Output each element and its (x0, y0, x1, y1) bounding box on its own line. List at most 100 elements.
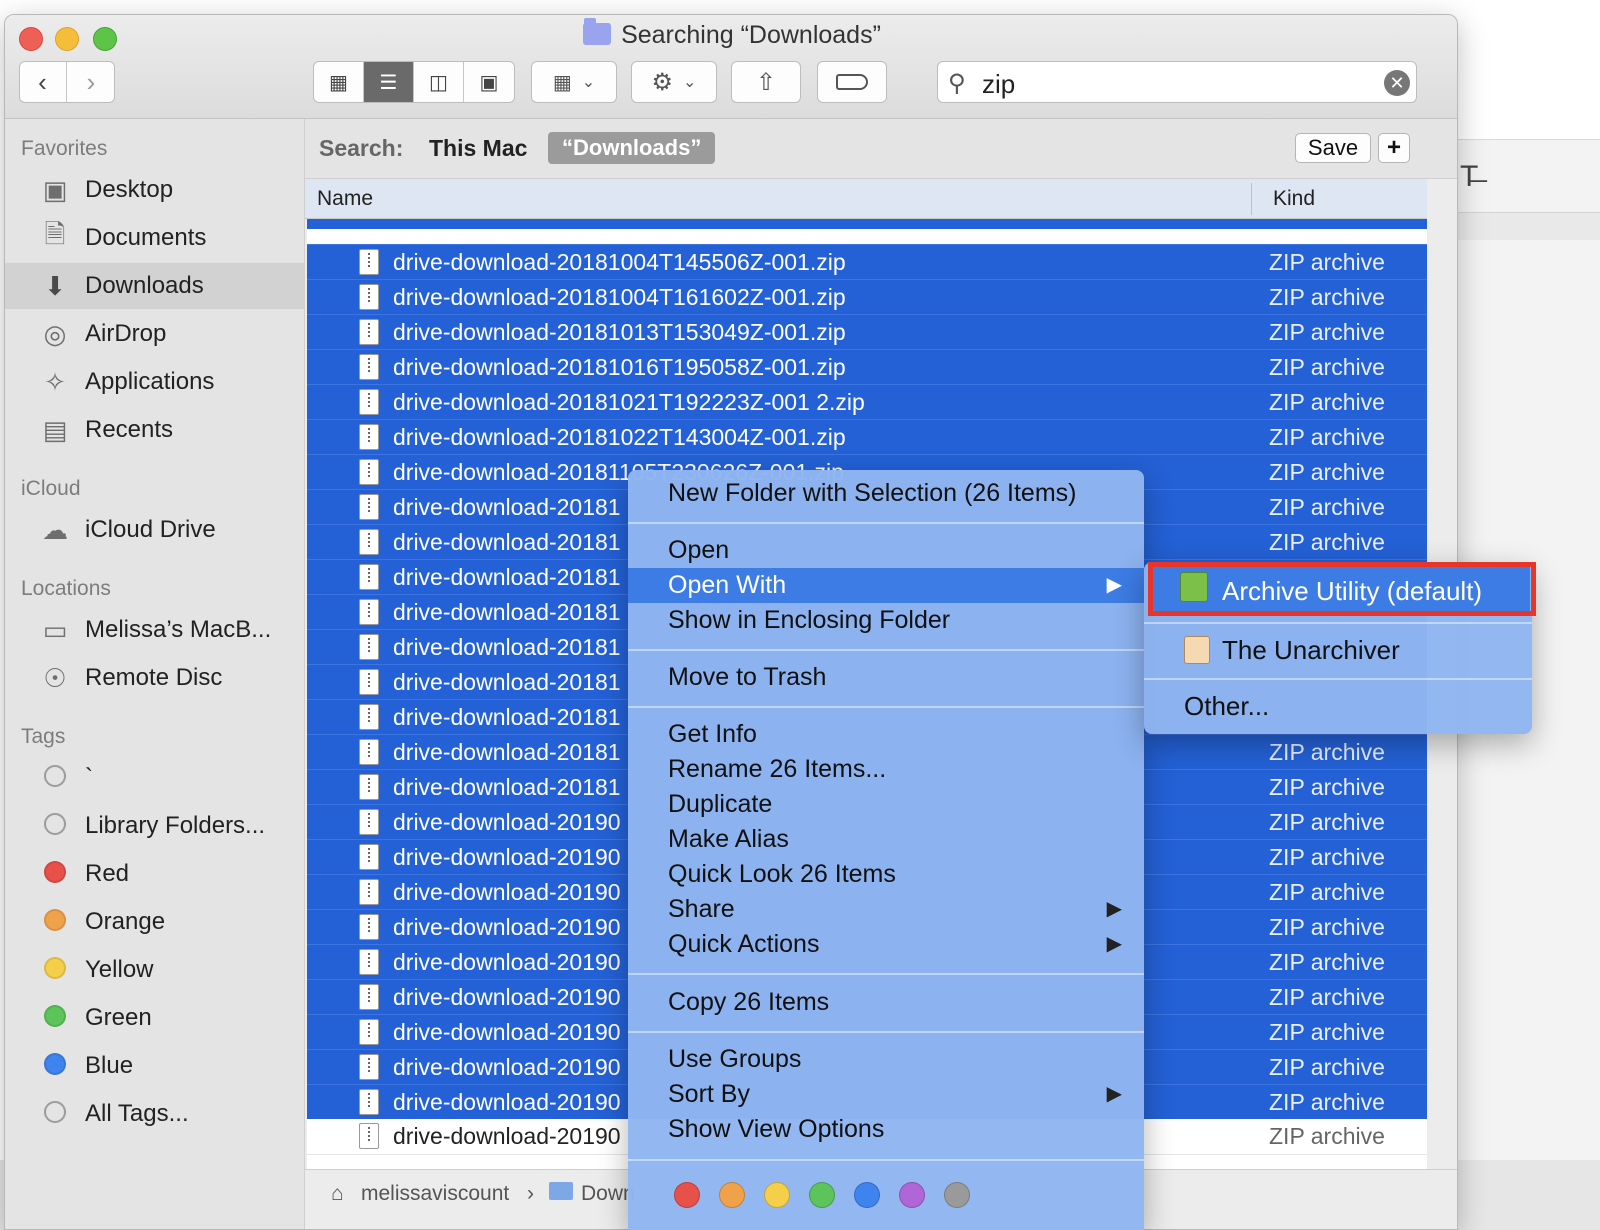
file-name: drive-download-20181021T192223Z-001 2.zi… (393, 389, 865, 415)
file-row[interactable]: drive-download-20181022T143004Z-001.zip Z… (307, 419, 1427, 454)
menu-make-alias[interactable]: Make Alias (628, 822, 1144, 857)
menu-tag-color-button[interactable] (764, 1182, 790, 1208)
file-row-clipped[interactable] (307, 219, 1427, 229)
menu-rename[interactable]: Rename 26 Items... (628, 752, 1144, 787)
column-name-header[interactable]: Name (317, 187, 373, 211)
file-row[interactable]: drive-download-20181013T153049Z-001.zip Z… (307, 314, 1427, 349)
column-kind-header[interactable]: Kind (1273, 187, 1315, 211)
recents-icon: ▤ (42, 414, 68, 445)
menu-get-info[interactable]: Get Info (628, 717, 1144, 752)
menu-sort-by[interactable]: Sort By ▶ (628, 1077, 1144, 1112)
zip-file-icon (359, 529, 379, 555)
menu-quick-look[interactable]: Quick Look 26 Items (628, 857, 1144, 892)
column-view-icon[interactable]: ◫ (414, 62, 464, 102)
file-kind: ZIP archive (1269, 774, 1385, 800)
sidebar-item-icloud-drive[interactable]: ☁ iCloud Drive (5, 507, 304, 553)
save-search-button[interactable]: Save (1295, 133, 1371, 163)
sidebar-item-remote-disc[interactable]: ☉ Remote Disc (5, 655, 304, 701)
sidebar-header-locations: Locations (21, 577, 111, 600)
file-kind: ZIP archive (1269, 1019, 1385, 1045)
group-button[interactable]: ▦ ⌄ (531, 61, 617, 103)
sidebar-item-airdrop[interactable]: ◎ AirDrop (5, 311, 304, 357)
search-field[interactable]: ⚲ zip ✕ (937, 61, 1417, 103)
sidebar-item-recents[interactable]: ▤ Recents (5, 407, 304, 453)
sidebar-tag-item[interactable]: Orange (5, 899, 304, 945)
tag-dot-icon (37, 1099, 73, 1130)
menu-quick-actions[interactable]: Quick Actions ▶ (628, 927, 1144, 962)
menu-show-view-options[interactable]: Show View Options (628, 1112, 1144, 1147)
forward-button[interactable]: › (67, 62, 114, 102)
sidebar-tag-item[interactable]: Red (5, 851, 304, 897)
scope-this-mac-button[interactable]: This Mac (429, 135, 527, 162)
file-row[interactable]: drive-download-20181004T145506Z-001.zip Z… (307, 244, 1427, 279)
menu-tag-color-button[interactable] (854, 1182, 880, 1208)
tag-color-dot (44, 860, 66, 883)
airdrop-icon: ◎ (43, 318, 67, 349)
file-row[interactable]: drive-download-20181016T195058Z-001.zip Z… (307, 349, 1427, 384)
action-button[interactable]: ⚙ ⌄ (631, 61, 717, 103)
tag-button[interactable] (817, 61, 887, 103)
submenu-other[interactable]: Other... (1144, 686, 1532, 726)
tag-dot-icon (37, 811, 73, 842)
add-criteria-button[interactable]: + (1378, 133, 1410, 163)
sidebar-item-macbook[interactable]: ▭ Melissa’s MacB... (5, 607, 304, 653)
file-name: drive-download-20190 (393, 809, 621, 835)
menu-open-with[interactable]: Open With ▶ (628, 568, 1144, 603)
icon-view-icon[interactable]: ▦ (314, 62, 364, 102)
downloads-icon: ⬇ (44, 270, 66, 301)
back-button[interactable]: ‹ (20, 62, 67, 102)
path-home[interactable]: melissaviscount (361, 1182, 509, 1206)
menu-open[interactable]: Open (628, 533, 1144, 568)
file-row[interactable]: drive-download-20181021T192223Z-001 2.zi… (307, 384, 1427, 419)
sidebar-item-documents[interactable]: 🗎 Documents (5, 215, 304, 261)
path-downloads[interactable]: Down (581, 1182, 635, 1206)
file-name: drive-download-20190 (393, 879, 621, 905)
zip-file-icon (359, 319, 379, 345)
sidebar-item-desktop[interactable]: ▣ Desktop (5, 167, 304, 213)
submenu-arrow-icon: ▶ (1106, 1083, 1122, 1105)
sidebar-item-label: Applications (85, 368, 215, 395)
file-kind: ZIP archive (1269, 389, 1385, 415)
menu-duplicate[interactable]: Duplicate (628, 787, 1144, 822)
sidebar-tag-item[interactable]: Green (5, 995, 304, 1041)
menu-copy[interactable]: Copy 26 Items (628, 985, 1144, 1020)
nav-buttons: ‹ › (19, 61, 115, 103)
menu-use-groups[interactable]: Use Groups (628, 1042, 1144, 1077)
share-button[interactable]: ⇧ (731, 61, 801, 103)
list-view-icon[interactable]: ☰ (364, 62, 414, 102)
menu-move-to-trash[interactable]: Move to Trash (628, 660, 1144, 695)
chevron-down-icon: ⌄ (683, 74, 697, 91)
sidebar-tag-item[interactable]: ` (5, 755, 304, 801)
menu-tag-color-button[interactable] (674, 1182, 700, 1208)
menu-share[interactable]: Share ▶ (628, 892, 1144, 927)
sidebar-item-label: iCloud Drive (85, 516, 216, 543)
sidebar-item-applications[interactable]: ✧ Applications (5, 359, 304, 405)
gallery-view-icon[interactable]: ▣ (464, 62, 514, 102)
menu-tag-color-button[interactable] (719, 1182, 745, 1208)
scope-downloads-button[interactable]: “Downloads” (548, 132, 716, 164)
file-name: drive-download-20181016T195058Z-001.zip (393, 354, 846, 380)
clear-search-icon[interactable]: ✕ (1384, 70, 1410, 96)
search-input[interactable]: zip (982, 69, 1015, 100)
zip-file-icon (359, 599, 379, 625)
menu-show-in-enclosing-folder[interactable]: Show in Enclosing Folder (628, 603, 1144, 638)
submenu-arrow-icon: ▶ (1106, 574, 1122, 596)
zip-file-icon (359, 739, 379, 765)
sidebar-tag-item[interactable]: Blue (5, 1043, 304, 1089)
sidebar-item-downloads[interactable]: ⬇ Downloads (5, 263, 304, 309)
file-row[interactable]: drive-download-20181004T161602Z-001.zip Z… (307, 279, 1427, 314)
menu-new-folder-with-selection[interactable]: New Folder with Selection (26 Items) (628, 476, 1144, 511)
column-divider[interactable] (1251, 183, 1252, 215)
tag-color-dot (44, 812, 66, 835)
menu-tag-color-button[interactable] (809, 1182, 835, 1208)
clear-formatting-icon[interactable]: T̶ (1460, 160, 1478, 194)
menu-tag-color-button[interactable] (899, 1182, 925, 1208)
sidebar-header-icloud: iCloud (21, 477, 81, 500)
sidebar-tag-item[interactable]: All Tags... (5, 1091, 304, 1137)
sidebar-tag-item[interactable]: Library Folders... (5, 803, 304, 849)
menu-tag-color-button[interactable] (944, 1182, 970, 1208)
file-kind: ZIP archive (1269, 1123, 1385, 1149)
file-kind: ZIP archive (1269, 494, 1385, 520)
file-name: drive-download-20181 (393, 704, 621, 730)
sidebar-tag-item[interactable]: Yellow (5, 947, 304, 993)
